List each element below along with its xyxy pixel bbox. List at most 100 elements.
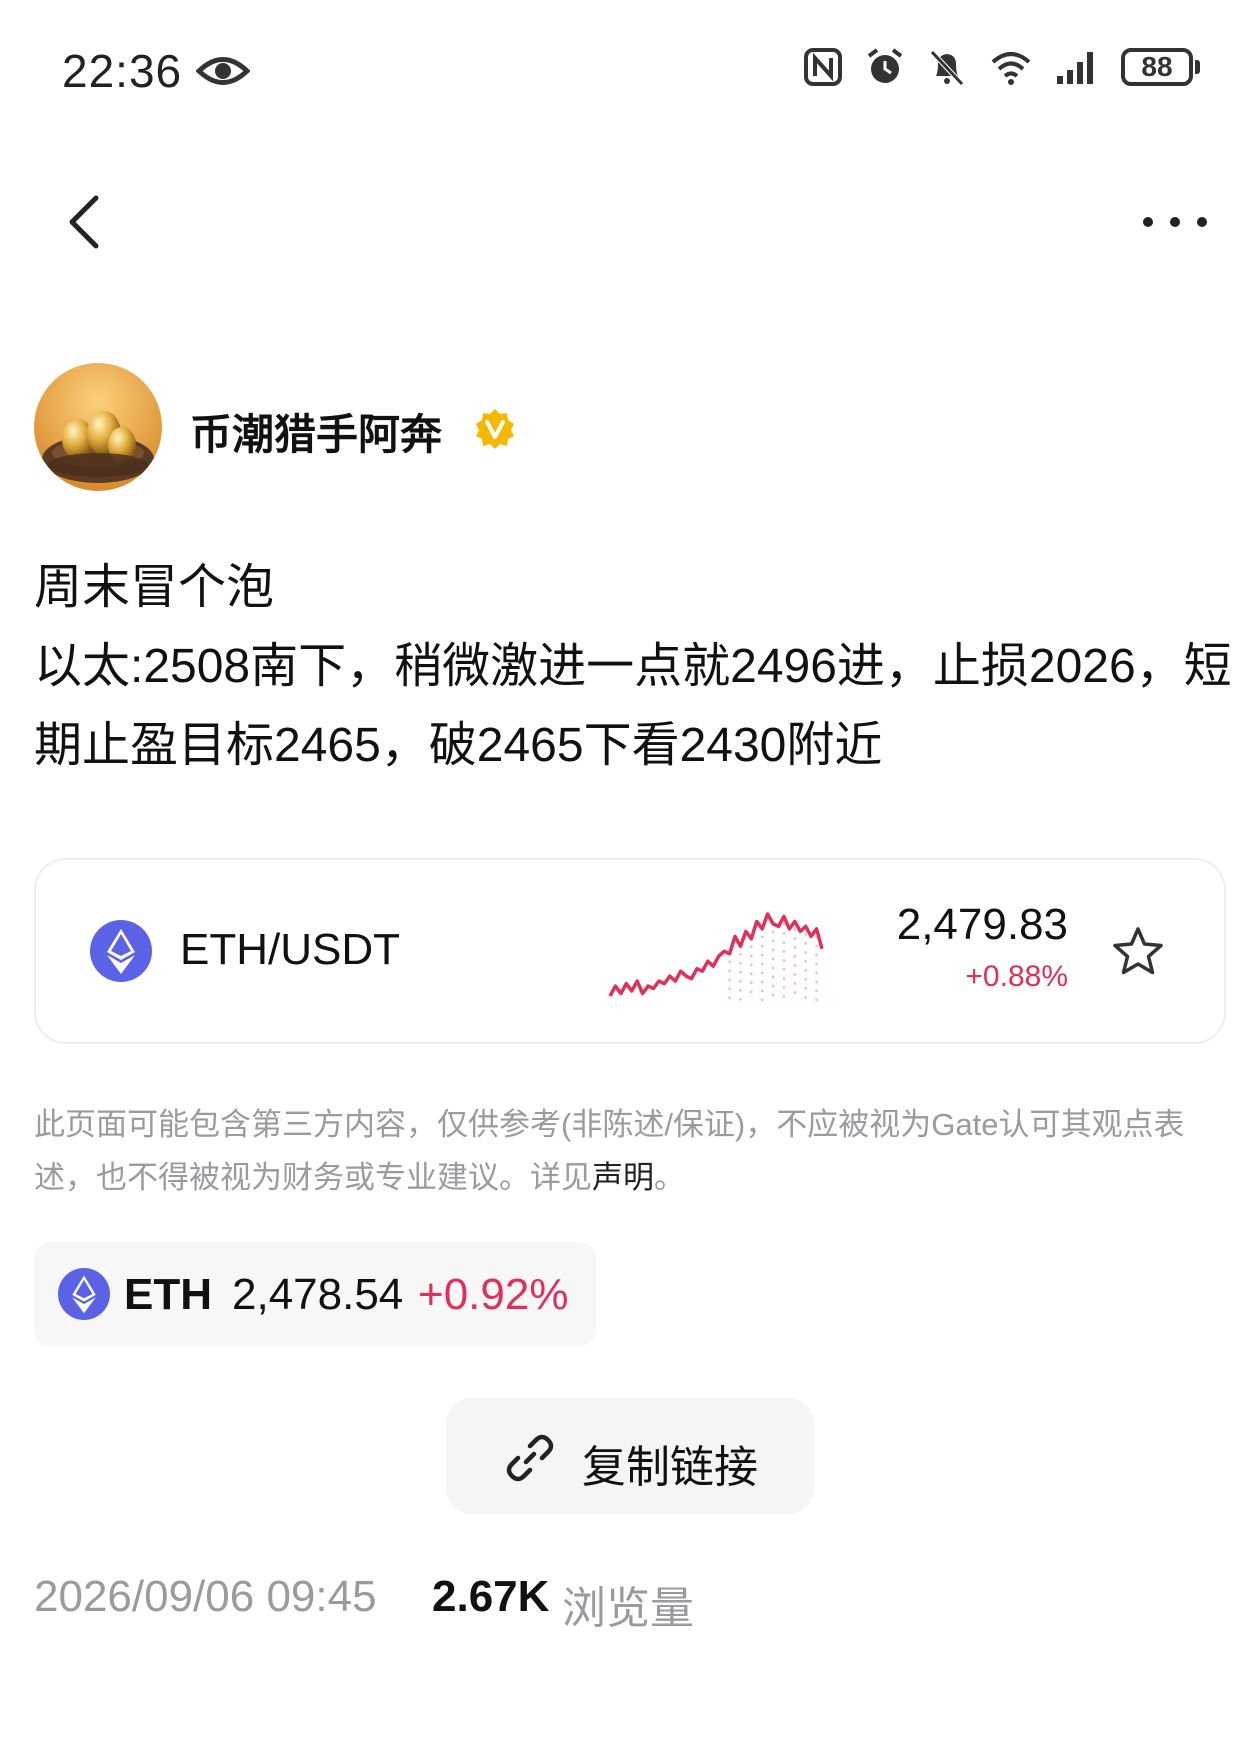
sparkline-fill-dot bbox=[793, 928, 797, 931]
sparkline-fill-dot bbox=[804, 960, 807, 963]
star-icon[interactable] bbox=[1110, 924, 1166, 980]
card-price: 2,479.83 bbox=[896, 900, 1068, 949]
sparkline-fill-dot bbox=[739, 998, 742, 1001]
sparkline-fill-dot bbox=[750, 963, 753, 967]
card-change: +0.88% bbox=[965, 960, 1068, 993]
sparkline-fill-dot bbox=[750, 945, 753, 949]
sparkline-fill-dot bbox=[760, 962, 764, 966]
avatar[interactable] bbox=[34, 363, 162, 491]
sparkline-fill-dot bbox=[750, 990, 753, 994]
sparkline-fill-dot bbox=[771, 948, 775, 952]
sparkline-fill-dot bbox=[728, 996, 731, 1000]
sparkline-fill-dot bbox=[750, 972, 753, 976]
sparkline-fill-dot bbox=[793, 937, 797, 940]
sparkline-fill-dot bbox=[728, 978, 731, 982]
sparkline-fill-dot bbox=[804, 987, 807, 990]
sparkline-fill-dot bbox=[804, 933, 807, 936]
post-text: 周末冒个泡 以太:2508南下，稍微激进一点就2496进，止损2026，短期止盈… bbox=[34, 561, 1232, 772]
disclaimer-suffix: 。 bbox=[654, 1160, 685, 1195]
sparkline-fill-dot bbox=[760, 944, 764, 948]
sparkline-fill-dot bbox=[760, 971, 764, 975]
sparkline-fill-dot bbox=[793, 964, 797, 967]
eye-icon bbox=[196, 57, 250, 85]
chip-symbol: ETH bbox=[124, 1270, 212, 1319]
sparkline-fill-dot bbox=[793, 955, 797, 958]
sparkline-fill-dot bbox=[793, 991, 797, 994]
author-name[interactable]: 币潮猎手阿奔 bbox=[190, 401, 442, 462]
sparkline-fill-dot bbox=[728, 960, 731, 964]
sparkline-fill-dot bbox=[793, 946, 797, 949]
sparkline-fill-dot bbox=[760, 953, 764, 957]
disclaimer-link[interactable]: 声明 bbox=[592, 1160, 654, 1195]
sparkline-fill-dot bbox=[804, 951, 807, 954]
sparkline-fill-dot bbox=[782, 941, 786, 944]
more-icon[interactable] bbox=[1138, 205, 1212, 239]
sparkline-fill-dot bbox=[771, 930, 775, 934]
eth-logo bbox=[58, 1268, 110, 1320]
sparkline-fill-dot bbox=[728, 987, 731, 991]
sparkline-fill-dot bbox=[771, 984, 775, 988]
nfc-icon bbox=[804, 48, 842, 86]
bell-off-icon bbox=[930, 50, 964, 86]
sparkline-fill-dot bbox=[815, 980, 818, 984]
post-date: 2026/09/06 09:45 bbox=[34, 1572, 377, 1621]
sparkline-line bbox=[608, 912, 824, 997]
sparkline-fill-dot bbox=[793, 982, 797, 985]
sparkline-fill-dot bbox=[739, 980, 742, 983]
sparkline-fill-dot bbox=[739, 953, 742, 956]
chip-change: +0.92% bbox=[418, 1270, 569, 1319]
sparkline-fill-dot bbox=[739, 989, 742, 992]
sparkline-fill-dot bbox=[739, 962, 742, 965]
sparkline-fill-dot bbox=[750, 981, 753, 985]
status-time: 22:36 bbox=[62, 45, 183, 97]
signal-icon bbox=[1057, 52, 1093, 84]
sparkline-fill-dot bbox=[782, 923, 786, 926]
sparkline-fill-dot bbox=[782, 995, 786, 998]
back-icon[interactable] bbox=[62, 192, 106, 252]
sparkline-fill-dot bbox=[782, 986, 786, 989]
eth-logo bbox=[90, 920, 152, 982]
sparkline-fill-dot bbox=[815, 971, 818, 975]
sparkline-fill-dot bbox=[760, 935, 764, 939]
chip-price: 2,478.54 bbox=[232, 1270, 404, 1319]
link-icon bbox=[506, 1434, 554, 1482]
sparkline-fill-dot bbox=[804, 969, 807, 972]
sparkline-fill-dot bbox=[804, 942, 807, 945]
sparkline-fill-dot bbox=[815, 944, 818, 948]
sparkline-fill-dot bbox=[782, 968, 786, 971]
wifi-icon bbox=[991, 52, 1031, 85]
view-count: 2.67K bbox=[432, 1572, 550, 1621]
pair-label: ETH/USDT bbox=[180, 925, 400, 974]
sparkline-fill-dot bbox=[728, 969, 731, 973]
sparkline-fill-dot bbox=[771, 975, 775, 979]
battery-indicator: 88 bbox=[1121, 48, 1200, 86]
sparkline-fill-dot bbox=[815, 998, 818, 1002]
sparkline-chart bbox=[608, 912, 824, 1002]
view-label: 浏览量 bbox=[562, 1584, 694, 1633]
sparkline-fill-dot bbox=[782, 932, 786, 935]
sparkline-fill-dot bbox=[815, 989, 818, 993]
sparkline-fill-dot bbox=[760, 998, 764, 1002]
sparkline-fill-dot bbox=[804, 996, 807, 999]
sparkline-fill-dot bbox=[771, 993, 775, 997]
sparkline-fill-dot bbox=[771, 957, 775, 961]
sparkline-fill-dot bbox=[782, 950, 786, 953]
verified-icon bbox=[476, 409, 514, 449]
sparkline-fill-dot bbox=[750, 954, 753, 958]
battery-level: 88 bbox=[1121, 48, 1193, 86]
sparkline-fill-dot bbox=[771, 966, 775, 970]
disclaimer: 此页面可能包含第三方内容，仅供参考(非陈述/保证)，不应被视为Gate认可其观点… bbox=[34, 1098, 1230, 1204]
sparkline-fill-dot bbox=[771, 939, 775, 943]
sparkline-fill-dot bbox=[815, 962, 818, 966]
sparkline-fill-dot bbox=[760, 989, 764, 993]
sparkline-fill-dot bbox=[739, 971, 742, 974]
alarm-icon bbox=[867, 48, 903, 83]
sparkline-fill-dot bbox=[782, 959, 786, 962]
copy-link-label: 复制链接 bbox=[582, 1443, 758, 1492]
sparkline-fill-dot bbox=[782, 977, 786, 980]
status-icons: 88 bbox=[803, 46, 1200, 88]
sparkline-fill-dot bbox=[804, 978, 807, 981]
sparkline-fill-dot bbox=[793, 973, 797, 976]
sparkline-fill-dot bbox=[815, 953, 818, 957]
sparkline-fill-dot bbox=[760, 980, 764, 984]
